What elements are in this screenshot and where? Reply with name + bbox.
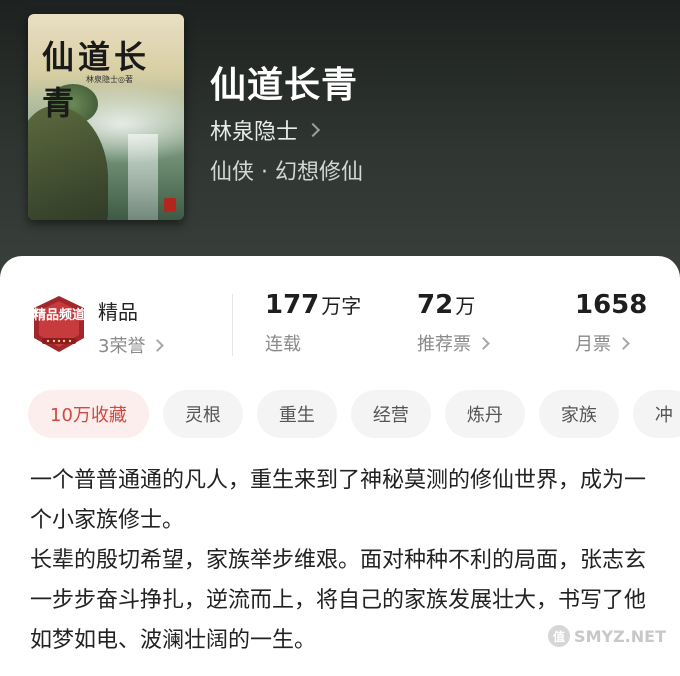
word-count-unit: 万字 [321,294,362,318]
book-genre[interactable]: 仙侠 · 幻想修仙 [210,154,363,186]
honor-link[interactable]: 3荣誉 [98,332,165,358]
tag-collections[interactable]: 10万收藏 [28,390,149,438]
monthly-votes-stat[interactable]: 1658 月票 [575,290,647,356]
cover-waterfall [128,134,158,220]
tag-item[interactable]: 重生 [256,390,337,438]
cover-seal [164,198,176,212]
chevron-right-icon [617,336,630,350]
stats-divider [232,294,233,356]
tag-item[interactable]: 家族 [538,390,619,438]
honor-badge-icon[interactable]: 精品频道 [30,294,88,354]
tag-item[interactable]: 冲 [632,390,680,438]
word-count-number: 177 [265,290,320,320]
author-link[interactable]: 林泉隐士 [210,114,321,146]
recommend-votes-label: 推荐票 [417,334,471,355]
monthly-votes-label: 月票 [575,334,611,355]
tag-list: 10万收藏 灵根 重生 经营 炼丹 家族 冲 [28,390,680,438]
badge-label: 精品频道 [32,308,85,323]
chevron-right-icon [477,336,490,350]
honor-count: 3荣誉 [98,336,146,357]
book-header: 仙道长青 林泉隐士◎著 仙道长青 林泉隐士 仙侠 · 幻想修仙 [0,0,680,290]
chevron-right-icon [305,122,321,138]
book-cover[interactable]: 仙道长青 林泉隐士◎著 [28,14,184,220]
tag-item[interactable]: 经营 [350,390,431,438]
word-count-stat: 177 万字 连载 [265,290,361,356]
watermark-text: SMYZ.NET [574,626,666,646]
status-label: 连载 [265,334,301,355]
description-paragraph: 一个普普通通的凡人，重生来到了神秘莫测的修仙世界，成为一个小家族修士。 [30,468,647,533]
watermark-logo-icon: 值 [548,625,571,647]
author-name: 林泉隐士 [210,120,299,145]
cover-author: 林泉隐士◎著 [86,75,133,84]
monthly-votes-number: 1658 [575,290,648,320]
recommend-votes-number: 72 [417,290,454,320]
chevron-right-icon [151,338,165,352]
book-info-card: 精品频道 精品 3荣誉 177 万字 连载 72 万 推荐票 1658 月票 1… [0,256,680,676]
honor-title: 精品 [98,300,138,324]
tag-item[interactable]: 灵根 [162,390,243,438]
recommend-votes-unit: 万 [455,294,476,318]
site-watermark: 值 SMYZ.NET [548,625,666,647]
recommend-votes-stat[interactable]: 72 万 推荐票 [417,290,490,356]
book-title: 仙道长青 [210,64,359,106]
tag-item[interactable]: 炼丹 [444,390,525,438]
